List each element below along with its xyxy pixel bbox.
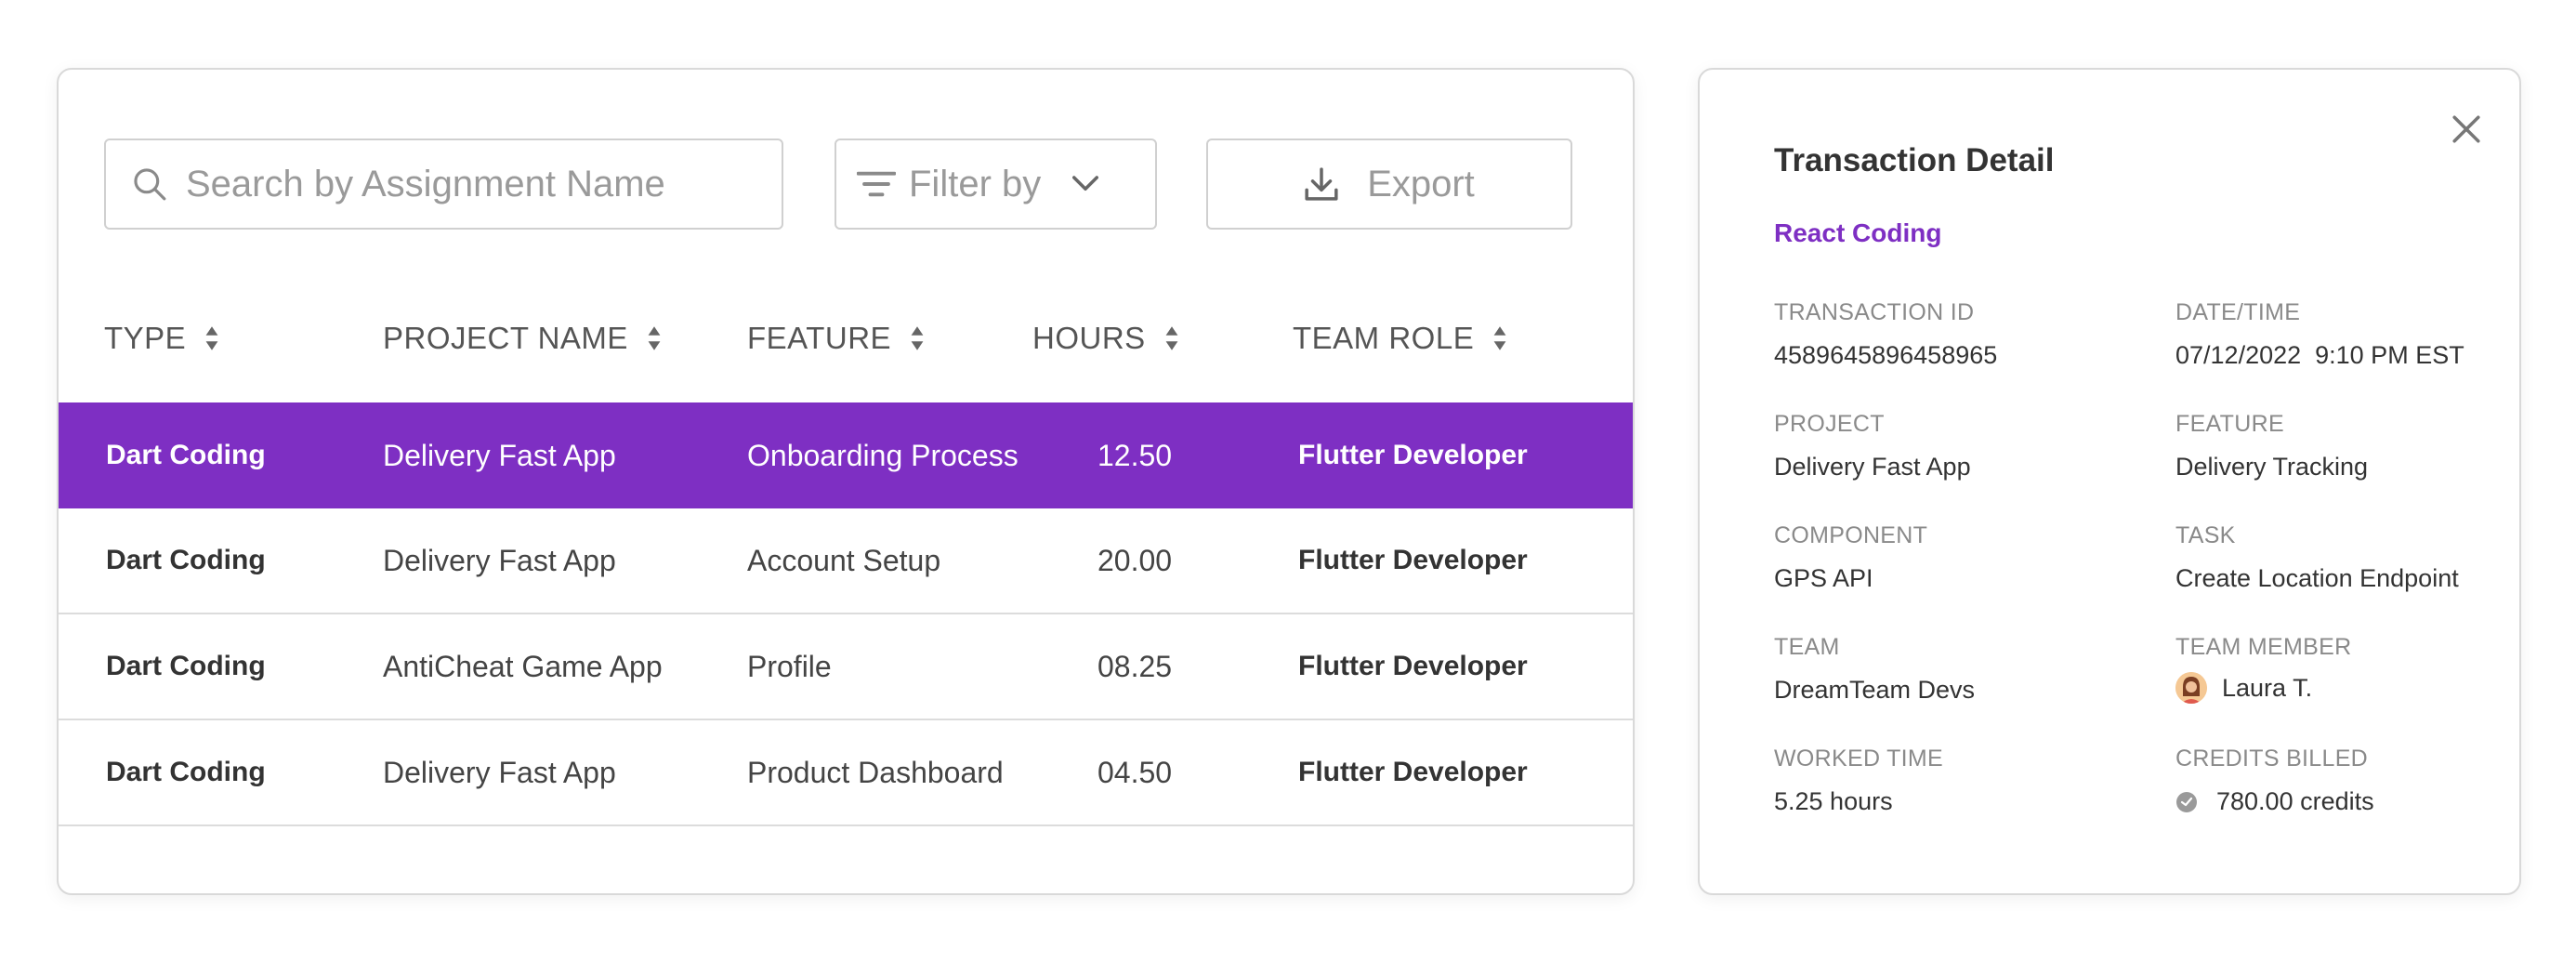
column-header-type[interactable]: TYPE bbox=[104, 313, 219, 363]
cell-project: Delivery Fast App bbox=[383, 543, 616, 577]
avatar bbox=[2175, 672, 2207, 704]
cell-hours: 12.50 bbox=[1097, 438, 1173, 472]
table-row[interactable]: Dart Coding AntiCheat Game App Profile 0… bbox=[59, 614, 1633, 720]
cell-role: Flutter Developer bbox=[1298, 440, 1528, 470]
search-icon bbox=[134, 168, 166, 201]
filter-label: Filter by bbox=[909, 163, 1042, 204]
column-header-feature[interactable]: FEATURE bbox=[747, 313, 925, 363]
sort-icon bbox=[648, 326, 661, 350]
cell-hours: 08.25 bbox=[1097, 649, 1173, 683]
filter-dropdown[interactable]: Filter by bbox=[835, 139, 1157, 230]
column-header-label: FEATURE bbox=[747, 321, 892, 355]
avatar-illustration bbox=[2175, 672, 2207, 704]
team-member-value: Laura T. bbox=[2175, 672, 2312, 704]
sort-icon bbox=[1493, 326, 1506, 350]
task-value: Create Location Endpoint bbox=[2175, 564, 2459, 592]
credits-billed-value: 780.00 credits bbox=[2175, 787, 2374, 816]
transaction-id-label: TRANSACTION ID bbox=[1774, 299, 1975, 325]
datetime-label: DATE/TIME bbox=[2175, 299, 2301, 325]
chevron-down-icon bbox=[1072, 176, 1099, 191]
cell-hours: 04.50 bbox=[1097, 755, 1173, 789]
component-label: COMPONENT bbox=[1774, 522, 1928, 548]
team-member-label: TEAM MEMBER bbox=[2175, 634, 2352, 660]
search-input[interactable]: Search by Assignment Name bbox=[104, 139, 783, 230]
credits-billed-label: CREDITS BILLED bbox=[2175, 745, 2369, 772]
column-header-label: PROJECT NAME bbox=[383, 321, 628, 355]
export-button[interactable]: Export bbox=[1206, 139, 1572, 230]
filter-icon bbox=[857, 171, 896, 197]
column-header-project-name[interactable]: PROJECT NAME bbox=[383, 313, 662, 363]
cell-project: Delivery Fast App bbox=[383, 438, 616, 472]
cell-project: Delivery Fast App bbox=[383, 755, 616, 789]
sort-icon bbox=[205, 326, 218, 350]
cell-feature: Onboarding Process bbox=[747, 438, 1019, 472]
feature-value: Delivery Tracking bbox=[2175, 453, 2369, 481]
task-label: TASK bbox=[2175, 522, 2236, 548]
team-label: TEAM bbox=[1774, 634, 1840, 660]
column-header-team-role[interactable]: TEAM ROLE bbox=[1293, 313, 1507, 363]
team-value: DreamTeam Devs bbox=[1774, 676, 1976, 704]
column-header-hours[interactable]: HOURS bbox=[1032, 313, 1179, 363]
project-label: PROJECT bbox=[1774, 411, 1885, 437]
column-header-label: HOURS bbox=[1032, 321, 1146, 355]
table-row[interactable]: Dart Coding Delivery Fast App Product Da… bbox=[59, 720, 1633, 826]
close-icon[interactable] bbox=[2451, 114, 2481, 144]
sort-icon bbox=[911, 326, 924, 350]
cell-role: Flutter Developer bbox=[1298, 651, 1528, 681]
cell-feature: Account Setup bbox=[747, 543, 941, 577]
panel-title: Transaction Detail bbox=[1774, 142, 2055, 178]
column-header-label: TYPE bbox=[104, 321, 187, 355]
table-row[interactable]: Dart Coding Delivery Fast App Onboarding… bbox=[59, 402, 1633, 508]
datetime-value: 07/12/2022 9:10 PM EST bbox=[2175, 341, 2464, 369]
cell-role: Flutter Developer bbox=[1298, 545, 1528, 575]
table-row[interactable]: Dart Coding Delivery Fast App Account Se… bbox=[59, 508, 1633, 614]
cell-type: Dart Coding bbox=[106, 545, 266, 575]
search-placeholder: Search by Assignment Name bbox=[186, 163, 665, 204]
component-value: GPS API bbox=[1774, 564, 1873, 592]
feature-label: FEATURE bbox=[2175, 411, 2284, 437]
team-member-name: Laura T. bbox=[2222, 673, 2313, 702]
cell-project: AntiCheat Game App bbox=[383, 649, 663, 683]
cell-hours: 20.00 bbox=[1097, 543, 1173, 577]
assignments-table-card: Search by Assignment Name Filter by Expo… bbox=[57, 68, 1635, 895]
credits-amount: 780.00 credits bbox=[2216, 787, 2374, 815]
cell-feature: Profile bbox=[747, 649, 832, 683]
worked-time-value: 5.25 hours bbox=[1774, 787, 1893, 815]
transaction-detail-panel: Transaction Detail React Coding TRANSACT… bbox=[1698, 68, 2521, 895]
cell-role: Flutter Developer bbox=[1298, 757, 1528, 787]
column-header-label: TEAM ROLE bbox=[1293, 321, 1475, 355]
cell-type: Dart Coding bbox=[106, 757, 266, 787]
project-value: Delivery Fast App bbox=[1774, 453, 1971, 481]
download-icon bbox=[1305, 167, 1338, 201]
cell-type: Dart Coding bbox=[106, 651, 266, 681]
transaction-id-value: 4589645896458965 bbox=[1774, 341, 1998, 369]
worked-time-label: WORKED TIME bbox=[1774, 745, 1944, 772]
cell-feature: Product Dashboard bbox=[747, 755, 1004, 789]
panel-subtitle[interactable]: React Coding bbox=[1774, 218, 1941, 248]
sort-icon bbox=[1165, 326, 1178, 350]
export-label: Export bbox=[1367, 163, 1475, 204]
cell-type: Dart Coding bbox=[106, 440, 266, 470]
credit-coin-icon bbox=[2176, 791, 2197, 812]
